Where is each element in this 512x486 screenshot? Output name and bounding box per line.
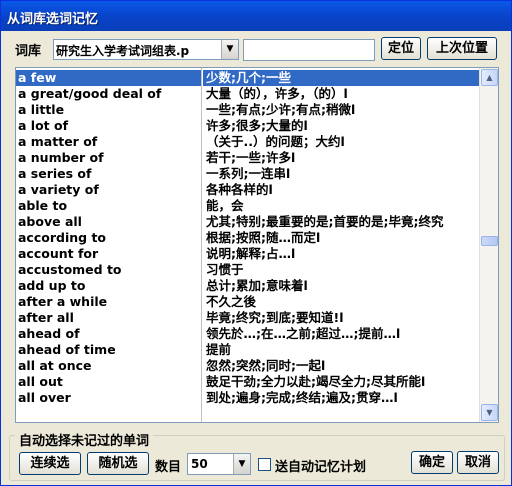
list-item-meaning[interactable]: 若干;一些;许多l xyxy=(203,150,479,166)
meaning-column: 少数;几个;一些 大量（的），许多，（的）l 一些;有点;少许;有点;稍微l 许… xyxy=(203,68,479,422)
list-item-phrase[interactable]: after all xyxy=(16,310,201,326)
list-item-meaning[interactable]: 少数;几个;一些 xyxy=(203,70,479,86)
search-input[interactable] xyxy=(243,39,375,61)
phrase-column: a few a great/good deal of a little a lo… xyxy=(16,68,202,422)
chevron-down-icon[interactable]: ▼ xyxy=(233,454,250,474)
word-select-dialog: 从词库选词记忆 词库 研究生入学考试词组表.p ▼ 定位 上次位置 a few … xyxy=(0,0,512,486)
toolbar: 词库 研究生入学考试词组表.p ▼ 定位 上次位置 xyxy=(1,31,511,65)
count-dropdown[interactable]: 50 ▼ xyxy=(187,453,251,475)
sequential-select-button[interactable]: 连续选 xyxy=(19,452,81,475)
list-item-meaning[interactable]: 毕竟;终究;到底;要知道!l xyxy=(203,310,479,326)
list-item-meaning[interactable]: 习惯于 xyxy=(203,262,479,278)
list-item-phrase[interactable]: a matter of xyxy=(16,134,201,150)
list-item-phrase[interactable]: a few xyxy=(16,70,201,86)
lexicon-label: 词库 xyxy=(15,44,42,59)
list-item-phrase[interactable]: after a while xyxy=(16,294,201,310)
list-item-phrase[interactable]: add up to xyxy=(16,278,201,294)
word-list[interactable]: a few a great/good deal of a little a lo… xyxy=(15,67,499,423)
list-item-meaning[interactable]: （关于..）的问题；大约l xyxy=(203,134,479,150)
lexicon-dropdown[interactable]: 研究生入学考试词组表.p ▼ xyxy=(53,39,239,60)
list-item-meaning[interactable]: 到处;遍身;完成;终结;遍及;贯穿…l xyxy=(203,390,479,406)
last-position-button[interactable]: 上次位置 xyxy=(427,37,497,60)
list-item-phrase[interactable]: able to xyxy=(16,198,201,214)
list-item-meaning[interactable]: 提前 xyxy=(203,342,479,358)
lexicon-selected-value: 研究生入学考试词组表.p xyxy=(56,44,190,58)
list-item-meaning[interactable]: 各种各样的l xyxy=(203,182,479,198)
list-item-phrase[interactable]: a little xyxy=(16,102,201,118)
list-item-meaning[interactable]: 鼓足干劲;全力以赴;竭尽全力;尽其所能l xyxy=(203,374,479,390)
list-item-phrase[interactable]: accustomed to xyxy=(16,262,201,278)
cancel-button[interactable]: 取消 xyxy=(457,451,499,474)
list-item-meaning[interactable]: 一系列;一连串l xyxy=(203,166,479,182)
count-value: 50 xyxy=(191,457,208,471)
list-item-phrase[interactable]: a lot of xyxy=(16,118,201,134)
list-item-meaning[interactable]: 不久之後 xyxy=(203,294,479,310)
locate-button[interactable]: 定位 xyxy=(381,37,421,60)
count-label: 数目 xyxy=(155,460,182,475)
title-bar[interactable]: 从词库选词记忆 xyxy=(1,1,511,31)
random-select-button[interactable]: 随机选 xyxy=(87,452,149,475)
list-item-meaning[interactable]: 说明;解释;占…l xyxy=(203,246,479,262)
list-item-meaning[interactable]: 尤其;特别;最重要的是;首要的是;毕竟;终究 xyxy=(203,214,479,230)
auto-memory-label: 送自动记忆计划 xyxy=(275,460,367,475)
list-item-meaning[interactable]: 忽然;突然;同时;一起l xyxy=(203,358,479,374)
ok-button[interactable]: 确定 xyxy=(411,451,453,474)
list-item-phrase[interactable]: according to xyxy=(16,230,201,246)
list-item-meaning[interactable]: 一些;有点;少许;有点;稍微l xyxy=(203,102,479,118)
window-title: 从词库选词记忆 xyxy=(7,12,99,27)
list-item-meaning[interactable]: 领先於…;在…之前;超过…;提前…l xyxy=(203,326,479,342)
scrollbar-thumb[interactable] xyxy=(481,236,498,246)
list-item-phrase[interactable]: a great/good deal of xyxy=(16,86,201,102)
list-item-meaning[interactable]: 大量（的），许多，（的）l xyxy=(203,86,479,102)
scroll-up-arrow-icon[interactable]: ▲ xyxy=(481,69,498,86)
list-item-phrase[interactable]: account for xyxy=(16,246,201,262)
auto-select-legend: 自动选择未记过的单词 xyxy=(15,430,154,449)
list-item-phrase[interactable]: a series of xyxy=(16,166,201,182)
vertical-scrollbar[interactable]: ▲ ▼ xyxy=(479,68,498,422)
list-item-phrase[interactable]: above all xyxy=(16,214,201,230)
list-item-phrase[interactable]: all out xyxy=(16,374,201,390)
list-item-phrase[interactable]: a variety of xyxy=(16,182,201,198)
list-item-phrase[interactable]: all at once xyxy=(16,358,201,374)
list-item-meaning[interactable]: 许多;很多;大量的l xyxy=(203,118,479,134)
chevron-down-icon[interactable]: ▼ xyxy=(221,40,238,59)
list-item-phrase[interactable]: all over xyxy=(16,390,201,406)
list-item-meaning[interactable]: 能，会 xyxy=(203,198,479,214)
list-item-phrase[interactable]: ahead of time xyxy=(16,342,201,358)
list-item-phrase[interactable]: a number of xyxy=(16,150,201,166)
scroll-down-arrow-icon[interactable]: ▼ xyxy=(481,404,498,421)
auto-memory-checkbox[interactable] xyxy=(258,458,271,471)
list-item-meaning[interactable]: 总计;累加;意味着l xyxy=(203,278,479,294)
list-item-meaning[interactable]: 根据;按照;随…而定l xyxy=(203,230,479,246)
list-item-phrase[interactable]: ahead of xyxy=(16,326,201,342)
